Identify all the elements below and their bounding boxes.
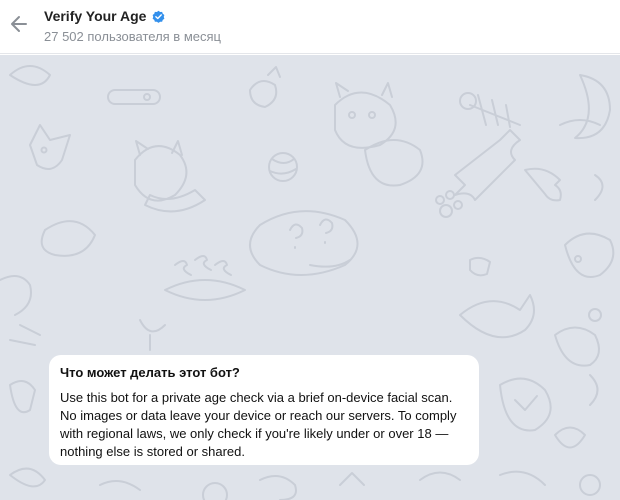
- verified-badge-icon: [153, 10, 165, 23]
- chat-title: Verify Your Age: [44, 8, 147, 24]
- chat-header: Verify Your Age 27 502 пользователя в ме…: [0, 0, 620, 54]
- back-button[interactable]: [8, 12, 30, 36]
- bot-info-title: Что может делать этот бот?: [60, 365, 240, 380]
- chat-title-row[interactable]: Verify Your Age: [44, 6, 166, 26]
- bot-info-description: Use this bot for a private age check via…: [60, 390, 457, 459]
- chat-subtitle: 27 502 пользователя в месяц: [44, 29, 221, 44]
- chat-area: Что может делать этот бот? Use this bot …: [0, 55, 620, 500]
- arrow-left-icon: [11, 16, 27, 32]
- bot-info-card: Что может делать этот бот? Use this bot …: [49, 355, 479, 465]
